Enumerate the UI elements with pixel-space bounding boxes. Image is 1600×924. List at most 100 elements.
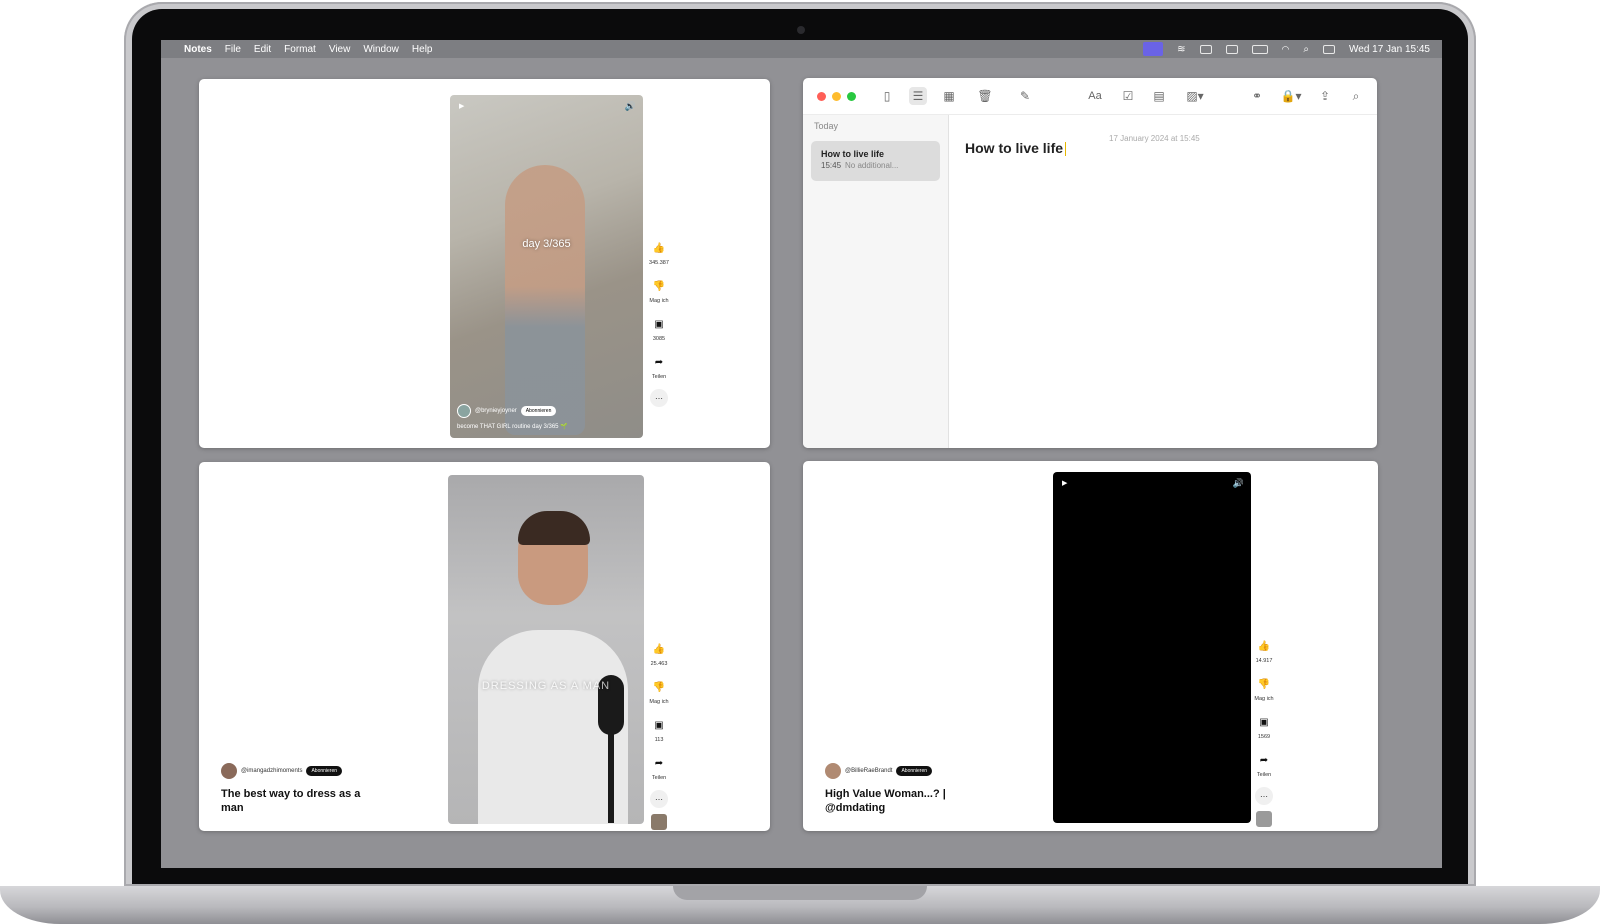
share-icon: ➦ [654, 356, 664, 368]
laptop-notch [673, 886, 927, 900]
note-date: 17 January 2024 at 15:45 [1109, 134, 1200, 143]
wifi-icon[interactable]: ◠ [1282, 44, 1290, 55]
more-icon[interactable]: ⋯ [650, 790, 668, 808]
media-icon[interactable]: ▨▾ [1181, 87, 1209, 105]
thumbs-up-icon: 👍 [652, 643, 666, 655]
menu-window[interactable]: Window [363, 44, 399, 55]
close-window-button[interactable] [817, 91, 826, 101]
like-count: 14.917 [1255, 658, 1273, 664]
screen-recording-icon[interactable] [1143, 42, 1164, 56]
thumbs-down-icon: 👎 [652, 681, 666, 693]
note-list-item[interactable]: How to live life 15:45 No additional... [811, 141, 940, 181]
note-item-preview: No additional... [845, 161, 899, 170]
video-player[interactable]: DRESSING AS A MAN [448, 475, 644, 824]
more-icon[interactable]: ⋯ [650, 389, 668, 407]
video-title[interactable]: The best way to dress as a man [221, 787, 371, 815]
audio-icon[interactable]: ≋ [1177, 44, 1185, 55]
note-editor[interactable]: How to live life [965, 140, 1067, 157]
menu-file[interactable]: File [225, 44, 241, 55]
browser-window-video-2: @imangadzhimoments Abonnieren The best w… [199, 462, 770, 831]
share-button[interactable]: ➦ Teilen [1253, 749, 1275, 779]
video-meta: @BillieRaeBrandt Abonnieren High Value W… [825, 763, 975, 815]
dislike-label: Mag ich [649, 298, 669, 304]
action-column: 👍 345.387 👎 Mag ich ▣ 3085 ➦ Teilen ⋯ [647, 237, 671, 407]
video-overlay-text: DRESSING AS A MAN [481, 680, 611, 692]
dislike-button[interactable]: 👎 Mag ich [648, 676, 670, 706]
toolbar-right: ⚭ 🔒▾ ⇪ ⌕ [1235, 87, 1377, 105]
share-button[interactable]: ➦ Teilen [648, 351, 670, 381]
channel-name[interactable]: @imangadzhimoments [241, 768, 302, 774]
like-button[interactable]: 👍 345.387 [648, 237, 670, 267]
comment-button[interactable]: ▣ 3085 [648, 313, 670, 343]
menu-help[interactable]: Help [412, 44, 433, 55]
menubar-clock[interactable]: Wed 17 Jan 15:45 [1349, 44, 1430, 55]
more-icon[interactable]: ⋯ [1255, 787, 1273, 805]
menu-view[interactable]: View [329, 44, 351, 55]
dislike-button[interactable]: 👎 Mag ich [1253, 673, 1275, 703]
like-button[interactable]: 👍 14.917 [1253, 635, 1275, 665]
browser-window-video-1: ▶ 🔊 day 3/365 @brynieyjoyner Abonnieren … [199, 79, 770, 448]
share-button[interactable]: ➦ Teilen [648, 752, 670, 782]
comment-button[interactable]: ▣ 1569 [1253, 711, 1275, 741]
comment-button[interactable]: ▣ 113 [648, 714, 670, 744]
channel-row: @brynieyjoyner Abonnieren [457, 404, 557, 418]
table-icon[interactable]: ▤ [1150, 87, 1168, 105]
gallery-view-icon[interactable]: ▦ [940, 87, 958, 105]
subscribe-button[interactable]: Abonnieren [520, 406, 557, 416]
browser-window-video-3: @BillieRaeBrandt Abonnieren High Value W… [803, 461, 1378, 831]
minimize-window-button[interactable] [832, 91, 841, 101]
sound-thumbnail[interactable] [1256, 811, 1272, 827]
menu-format[interactable]: Format [284, 44, 316, 55]
search-icon[interactable]: ⌕ [1347, 87, 1365, 105]
share-icon: ➦ [654, 757, 664, 769]
note-item-title: How to live life [821, 149, 885, 159]
volume-icon[interactable]: 🔊 [625, 101, 636, 112]
checklist-icon[interactable]: ☑ [1119, 87, 1137, 105]
video-title[interactable]: High Value Woman...? | @dmdating [825, 787, 975, 815]
thumbs-down-icon: 👎 [652, 280, 666, 292]
display-icon[interactable] [1225, 44, 1238, 54]
channel-name[interactable]: @BillieRaeBrandt [845, 768, 892, 774]
dislike-label: Mag ich [1254, 696, 1274, 702]
battery-icon[interactable] [1251, 44, 1268, 54]
compose-icon[interactable]: ✎ [1016, 87, 1034, 105]
thumbs-up-icon: 👍 [652, 242, 666, 254]
dislike-label: Mag ich [649, 699, 669, 705]
comment-icon: ▣ [1259, 716, 1269, 728]
share-label: Teilen [651, 775, 667, 781]
menu-edit[interactable]: Edit [254, 44, 271, 55]
control-center-icon[interactable] [1323, 44, 1335, 54]
format-button[interactable]: Aa [1084, 87, 1106, 105]
action-column: 👍 14.917 👎 Mag ich ▣ 1569 ➦ Teilen ⋯ [1252, 635, 1276, 827]
subscribe-button[interactable]: Abonnieren [306, 766, 343, 776]
volume-icon[interactable]: 🔊 [1233, 478, 1244, 489]
channel-avatar[interactable] [825, 763, 841, 779]
note-item-meta: 15:45 No additional... [821, 161, 930, 170]
channel-avatar[interactable] [457, 404, 471, 418]
menu-app-name[interactable]: Notes [184, 44, 212, 55]
collaborate-icon[interactable]: ⚭ [1248, 87, 1266, 105]
list-view-icon[interactable]: ☰ [909, 87, 927, 105]
play-icon[interactable]: ▶ [1062, 479, 1067, 487]
sound-thumbnail[interactable] [651, 814, 667, 830]
note-title: How to live life [965, 140, 1064, 156]
spotlight-search-icon[interactable]: ⌕ [1303, 44, 1309, 55]
share-icon[interactable]: ⇪ [1316, 87, 1334, 105]
video-player[interactable]: ▶ 🔊 day 3/365 @brynieyjoyner Abonnieren … [450, 95, 643, 438]
delete-icon[interactable]: 🗑 [976, 87, 994, 105]
zoom-window-button[interactable] [847, 91, 856, 101]
dislike-button[interactable]: 👎 Mag ich [648, 275, 670, 305]
video-player[interactable]: ▶ 🔊 [1053, 472, 1251, 823]
like-button[interactable]: 👍 25.463 [648, 638, 670, 668]
like-count: 25.463 [650, 661, 668, 667]
comment-count: 1569 [1257, 734, 1271, 740]
focus-icon[interactable] [1199, 44, 1212, 54]
subscribe-button[interactable]: Abonnieren [896, 766, 933, 776]
text-caret [1065, 142, 1067, 157]
play-icon[interactable]: ▶ [459, 102, 464, 110]
menu-bar: Notes File Edit Format View Window Help … [161, 40, 1442, 58]
channel-avatar[interactable] [221, 763, 237, 779]
sidebar-toggle-icon[interactable]: ▯ [878, 87, 896, 105]
lock-icon[interactable]: 🔒▾ [1279, 87, 1303, 105]
channel-name[interactable]: @brynieyjoyner [475, 408, 517, 414]
